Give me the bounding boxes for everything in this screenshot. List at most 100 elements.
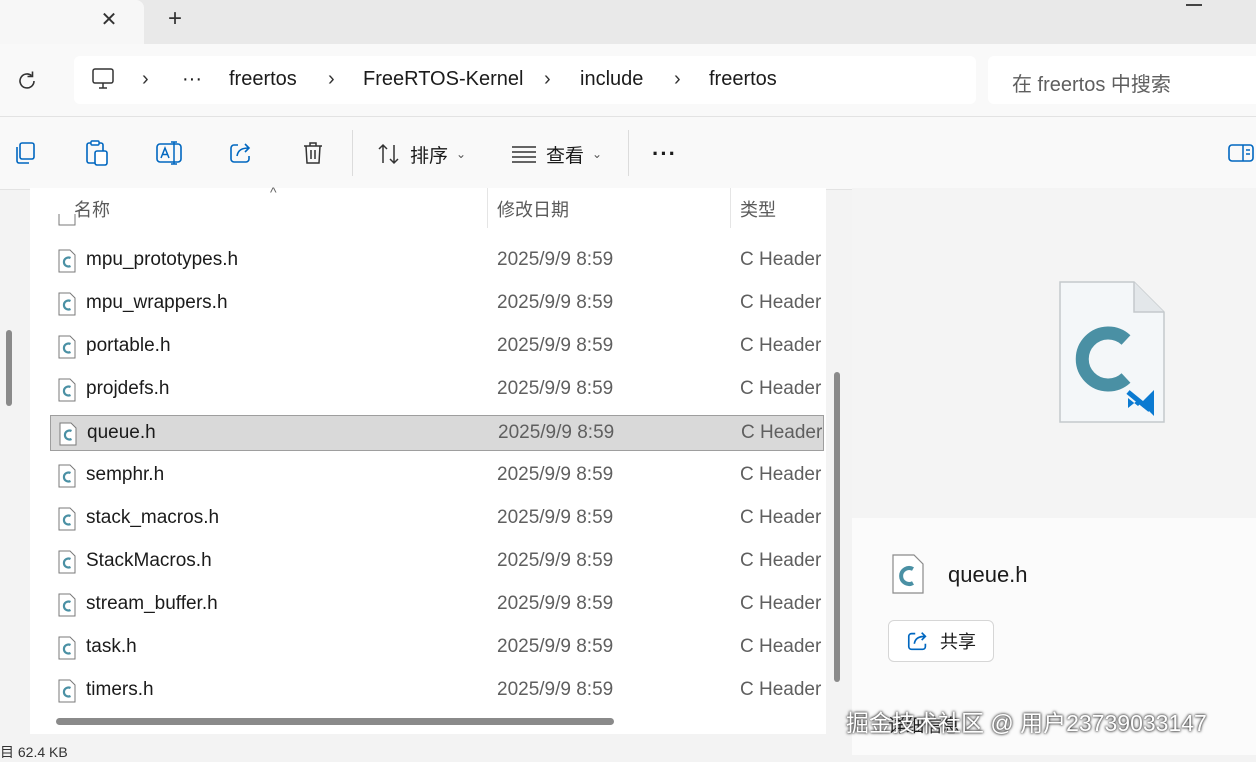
rename-icon xyxy=(156,141,182,165)
file-modified: 2025/9/9 8:59 xyxy=(497,335,614,356)
file-modified: 2025/9/9 8:59 xyxy=(497,507,614,528)
file-type: C Header xyxy=(740,292,822,313)
table-row[interactable]: timers.h 2025/9/9 8:59 C Header xyxy=(50,673,824,709)
this-pc-icon[interactable] xyxy=(90,67,116,96)
table-row[interactable]: StackMacros.h 2025/9/9 8:59 C Header xyxy=(50,544,824,580)
file-modified: 2025/9/9 8:59 xyxy=(497,593,614,614)
share-button[interactable]: 共享 xyxy=(888,620,994,662)
table-row-partial[interactable] xyxy=(50,214,824,232)
toolbar-divider xyxy=(628,130,629,176)
paste-button[interactable] xyxy=(82,138,112,168)
sort-button[interactable]: 排序 ⌄ xyxy=(376,140,466,168)
file-modified: 2025/9/9 8:59 xyxy=(497,292,614,313)
chevron-down-icon: ⌄ xyxy=(456,147,467,161)
file-type: C Header xyxy=(740,636,822,657)
breadcrumb-chevron-icon[interactable]: › xyxy=(544,68,551,91)
share-toolbar-button[interactable] xyxy=(226,138,256,168)
file-name: timers.h xyxy=(86,679,154,700)
share-label: 共享 xyxy=(940,632,976,652)
breadcrumb-item-kernel[interactable]: FreeRTOS-Kernel xyxy=(363,68,523,91)
new-tab-button[interactable]: + xyxy=(162,5,188,32)
breadcrumb-overflow[interactable]: ··· xyxy=(182,68,202,91)
preview-pane-icon xyxy=(1228,144,1254,162)
sort-ascending-icon: ^ xyxy=(270,184,277,200)
copy-button[interactable] xyxy=(10,138,40,168)
preview-pane-toggle[interactable] xyxy=(1226,138,1256,168)
file-name: projdefs.h xyxy=(86,378,170,399)
table-row[interactable]: mpu_wrappers.h 2025/9/9 8:59 C Header xyxy=(50,286,824,322)
file-name: queue.h xyxy=(87,422,156,443)
file-type: C Header xyxy=(741,422,823,443)
tab-current[interactable] xyxy=(0,0,144,44)
file-modified: 2025/9/9 8:59 xyxy=(497,464,614,485)
c-file-icon xyxy=(58,249,76,273)
c-file-icon xyxy=(58,464,76,488)
file-modified: 2025/9/9 8:59 xyxy=(497,679,614,700)
more-options-button[interactable]: ··· xyxy=(652,140,677,168)
breadcrumb-item-include[interactable]: include xyxy=(580,68,643,91)
table-row[interactable]: mpu_prototypes.h 2025/9/9 8:59 C Header xyxy=(50,243,824,279)
file-name: semphr.h xyxy=(86,464,165,485)
breadcrumb-chevron-icon[interactable]: › xyxy=(142,68,149,91)
c-file-large-icon xyxy=(1058,280,1166,424)
c-file-icon xyxy=(58,679,76,703)
file-modified: 2025/9/9 8:59 xyxy=(497,249,614,270)
delete-icon xyxy=(304,142,322,164)
c-file-icon xyxy=(58,636,76,660)
search-placeholder: 在 freertos 中搜索 xyxy=(1012,74,1171,96)
nav-pane-scrollbar[interactable] xyxy=(6,330,12,406)
close-tab-button[interactable]: ✕ xyxy=(96,6,122,32)
vertical-scrollbar[interactable] xyxy=(834,372,840,682)
file-modified: 2025/9/9 8:59 xyxy=(497,378,614,399)
c-file-icon xyxy=(58,507,76,531)
c-file-icon xyxy=(58,292,76,316)
watermark: 掘金技术社区 @ 用户23739033147 xyxy=(846,710,1207,736)
file-type: C Header xyxy=(740,249,822,270)
file-type: C Header xyxy=(740,335,822,356)
status-bar-text: 目 62.4 KB xyxy=(0,744,68,760)
file-type: C Header xyxy=(740,507,822,528)
c-file-icon xyxy=(58,550,76,574)
refresh-icon xyxy=(19,71,35,89)
refresh-button[interactable] xyxy=(12,66,42,96)
paste-icon xyxy=(86,140,108,166)
sort-icon xyxy=(378,143,399,165)
table-row[interactable]: stack_macros.h 2025/9/9 8:59 C Header xyxy=(50,501,824,537)
horizontal-scrollbar[interactable] xyxy=(56,718,614,725)
preview-pane xyxy=(852,188,1256,518)
table-row-selected[interactable]: queue.h 2025/9/9 8:59 C Header xyxy=(50,415,824,451)
c-file-icon xyxy=(58,593,76,617)
breadcrumb-chevron-icon[interactable]: › xyxy=(674,68,681,91)
c-file-icon xyxy=(59,422,77,446)
c-file-icon xyxy=(58,378,76,402)
file-type: C Header xyxy=(740,464,822,485)
file-name: stack_macros.h xyxy=(86,507,220,528)
minimize-icon[interactable] xyxy=(1186,4,1202,6)
file-name: stream_buffer.h xyxy=(86,593,218,614)
search-input[interactable]: 在 freertos 中搜索 xyxy=(988,56,1256,104)
toolbar-divider xyxy=(352,130,353,176)
file-type: C Header xyxy=(740,550,822,571)
file-name: mpu_wrappers.h xyxy=(86,292,228,313)
details-file-name: queue.h xyxy=(948,562,1028,587)
table-row[interactable]: projdefs.h 2025/9/9 8:59 C Header xyxy=(50,372,824,408)
delete-button[interactable] xyxy=(298,138,328,168)
table-row[interactable]: portable.h 2025/9/9 8:59 C Header xyxy=(50,329,824,365)
rename-button[interactable] xyxy=(154,138,184,168)
file-type: C Header xyxy=(740,679,822,700)
table-row[interactable]: stream_buffer.h 2025/9/9 8:59 C Header xyxy=(50,587,824,623)
view-button[interactable]: 查看 ⌄ xyxy=(510,140,602,168)
c-file-icon xyxy=(892,554,924,594)
share-icon xyxy=(230,143,251,163)
chevron-down-icon: ⌄ xyxy=(592,147,603,161)
table-row[interactable]: semphr.h 2025/9/9 8:59 C Header xyxy=(50,458,824,494)
table-row[interactable]: task.h 2025/9/9 8:59 C Header xyxy=(50,630,824,666)
copy-icon xyxy=(16,142,35,164)
breadcrumb-chevron-icon[interactable]: › xyxy=(328,68,335,91)
file-modified: 2025/9/9 8:59 xyxy=(497,550,614,571)
breadcrumb-item-current[interactable]: freertos xyxy=(709,68,777,91)
breadcrumb-item-freertos[interactable]: freertos xyxy=(229,68,297,91)
view-label: 查看 xyxy=(546,145,585,167)
tab-strip xyxy=(0,0,1256,44)
breadcrumb[interactable]: › ··· freertos › FreeRTOS-Kernel › inclu… xyxy=(74,56,976,104)
